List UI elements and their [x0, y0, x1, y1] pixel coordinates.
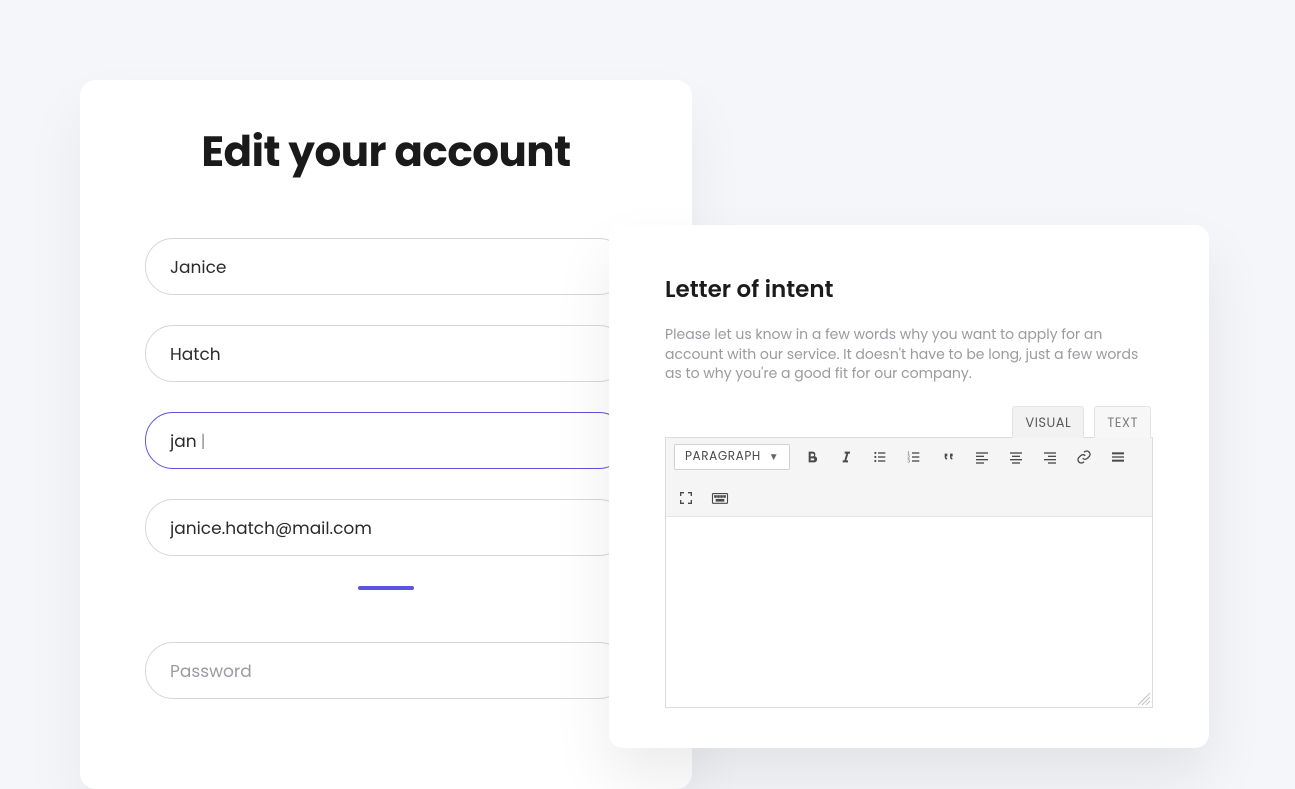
- tab-text[interactable]: TEXT: [1094, 406, 1151, 438]
- italic-icon: [838, 449, 854, 465]
- align-right-icon: [1042, 449, 1058, 465]
- blockquote-button[interactable]: [936, 445, 960, 469]
- username-value: jan: [170, 428, 197, 454]
- password-field[interactable]: [145, 642, 627, 699]
- tab-visual[interactable]: VISUAL: [1012, 406, 1084, 438]
- caret-down-icon: ▼: [769, 449, 780, 465]
- intent-card: Letter of intent Please let us know in a…: [609, 225, 1209, 748]
- align-right-button[interactable]: [1038, 445, 1062, 469]
- align-left-icon: [974, 449, 990, 465]
- align-left-button[interactable]: [970, 445, 994, 469]
- email-field[interactable]: [145, 499, 627, 556]
- section-divider: [358, 586, 414, 590]
- username-field[interactable]: jan|: [145, 412, 627, 469]
- first-name-field[interactable]: [145, 238, 627, 295]
- fullscreen-icon: [678, 490, 694, 506]
- text-cursor: |: [201, 428, 206, 454]
- bold-icon: [804, 449, 820, 465]
- page-title: Edit your account: [80, 120, 692, 183]
- account-form: jan|: [80, 238, 692, 699]
- password-input[interactable]: [170, 658, 602, 684]
- align-center-button[interactable]: [1004, 445, 1028, 469]
- insert-more-button[interactable]: [1106, 445, 1130, 469]
- svg-text:3: 3: [908, 458, 911, 463]
- quote-icon: [940, 449, 956, 465]
- bullet-list-button[interactable]: [868, 445, 892, 469]
- numbered-list-icon: 123: [906, 449, 922, 465]
- insert-link-button[interactable]: [1072, 445, 1096, 469]
- rich-text-editor: VISUAL TEXT PARAGRAPH ▼ 123: [665, 406, 1153, 708]
- bold-button[interactable]: [800, 445, 824, 469]
- editor-content-area[interactable]: [666, 517, 1152, 707]
- first-name-input[interactable]: [170, 254, 602, 280]
- account-card: Edit your account jan|: [80, 80, 692, 789]
- italic-button[interactable]: [834, 445, 858, 469]
- keyboard-icon: [711, 490, 729, 506]
- numbered-list-button[interactable]: 123: [902, 445, 926, 469]
- intent-description: Please let us know in a few words why yo…: [665, 325, 1153, 384]
- fullscreen-button[interactable]: [674, 486, 698, 510]
- bullet-list-icon: [872, 449, 888, 465]
- align-center-icon: [1008, 449, 1024, 465]
- resize-grip-icon[interactable]: [1138, 693, 1150, 705]
- email-input[interactable]: [170, 515, 602, 541]
- editor-mode-tabs: VISUAL TEXT: [665, 406, 1153, 438]
- block-format-select[interactable]: PARAGRAPH ▼: [674, 444, 790, 470]
- block-format-label: PARAGRAPH: [685, 448, 761, 466]
- editor-toolbar: PARAGRAPH ▼ 123: [666, 438, 1152, 517]
- intent-title: Letter of intent: [665, 273, 1153, 307]
- editor-box: PARAGRAPH ▼ 123: [665, 437, 1153, 708]
- read-more-icon: [1110, 449, 1126, 465]
- link-icon: [1076, 449, 1092, 465]
- last-name-input[interactable]: [170, 341, 602, 367]
- last-name-field[interactable]: [145, 325, 627, 382]
- keyboard-shortcuts-button[interactable]: [708, 486, 732, 510]
